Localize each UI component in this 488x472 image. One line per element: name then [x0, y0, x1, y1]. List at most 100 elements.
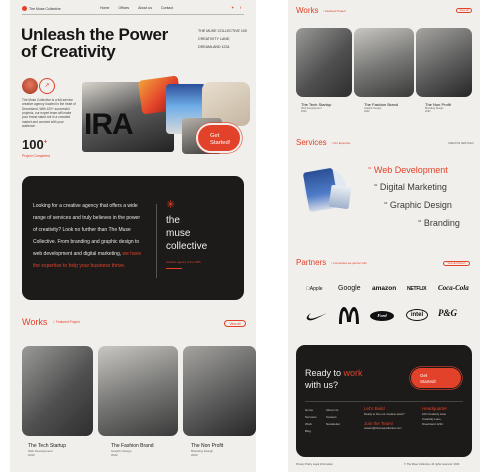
hq-address: 100 Creativity Lane Creativity Lane, Dre… [422, 412, 447, 427]
about-brand-small: Creative agency since 2005 [166, 260, 201, 264]
service-item[interactable]: 01 Web Development [368, 165, 448, 175]
works-subtitle-text: Featured Project [325, 8, 346, 13]
facebook-icon[interactable]: f [240, 5, 241, 10]
about-brand-line: muse [166, 228, 191, 239]
main-nav: Home Offices About us Contact [100, 6, 173, 10]
nav-contact[interactable]: Contact [161, 6, 173, 10]
lets-build-text: Ready to hire our creative team? [364, 412, 405, 416]
pg-logo: P&G [438, 308, 457, 318]
service-number: 04 [418, 219, 422, 223]
footer-links-col-b: About Us Careers Newsletter [326, 407, 340, 428]
nav-offices[interactable]: Offices [118, 6, 129, 10]
intro-text: The Muse Collective is a full-service cr… [22, 98, 76, 128]
footer-title-line-2: with us? [305, 380, 339, 390]
project-image[interactable] [416, 28, 472, 97]
nav-home[interactable]: Home [100, 6, 109, 10]
footer-block: Ready to work with us? Get Started! Home… [296, 345, 472, 457]
service-item[interactable]: 03 Graphic Design [384, 200, 452, 210]
partners-subtitle: / Companies we partner with [331, 260, 367, 265]
project-year: 2022 [28, 453, 35, 458]
project-year: 2022 [301, 110, 307, 113]
footer-get-started-label: Get Started! [420, 373, 436, 384]
works-header: Works / Featured Project [296, 6, 346, 15]
service-item[interactable]: 04 Branding [418, 218, 460, 228]
project-card[interactable]: The Fashion Brand Graphic Design 2022 [364, 102, 398, 113]
project-card[interactable]: The Tech Startup Web Development 2022 [301, 102, 331, 113]
works-subtitle: / Featured Project [53, 320, 80, 324]
join-team-title[interactable]: Join the Team! [364, 421, 405, 426]
project-image[interactable] [183, 346, 256, 436]
footer-get-started-button[interactable]: Get Started! [410, 367, 462, 389]
footer-legal-links[interactable]: Privacy Policy Legal Information [296, 463, 333, 466]
footer-copyright: © The Muse Collective. All rights reserv… [404, 463, 460, 466]
nike-logo [306, 313, 327, 321]
partners-subtitle-text: Companies we partner with [332, 260, 367, 265]
footer-link-work[interactable]: Work [305, 421, 317, 428]
netflix-logo: NETFLIX [407, 286, 427, 292]
footer-link-careers[interactable]: Careers [326, 414, 340, 421]
project-image[interactable] [98, 346, 178, 436]
view-all-button[interactable]: View all [456, 8, 472, 13]
hq-title: Headquarter [422, 406, 448, 411]
twitter-icon[interactable]: ✦ [231, 5, 234, 10]
landing-page-bottom: Works / Featured Project View all The Te… [288, 0, 480, 472]
address-line: THE MUSE COLLECTIVE 100 [198, 29, 247, 33]
footer-link-blog[interactable]: Blog [305, 428, 317, 435]
project-year: 2022 [425, 110, 431, 113]
arrow-icon[interactable]: ↗ [39, 78, 55, 94]
brand[interactable]: The Muse Collective [22, 6, 61, 11]
get-started-button[interactable]: Get Started! [196, 123, 242, 153]
project-image[interactable] [354, 28, 414, 97]
footer-link-services[interactable]: Services [305, 414, 317, 421]
project-year: 2022 [111, 453, 118, 458]
stat-value: 100+ [22, 137, 47, 152]
service-number: 02 [374, 183, 378, 187]
mcdonalds-logo [339, 307, 359, 324]
service-label: Digital Marketing [379, 182, 447, 192]
hq-line: Dreamland 1234 [422, 422, 443, 426]
avatar [22, 78, 38, 94]
nav-divider [22, 14, 244, 15]
works-subtitle-text: Featured Project [56, 320, 80, 324]
nav-about[interactable]: About us [138, 6, 152, 10]
works-subtitle: / Featured Project [323, 8, 346, 13]
project-card[interactable]: The Non Profit Branding Design 2022 [191, 443, 223, 457]
service-label: Branding [423, 218, 460, 228]
join-email[interactable]: careers@themusecollective.com [364, 427, 405, 430]
view-all-partners-button[interactable]: View all Partners [443, 261, 470, 266]
sparkle-icon: ✳ [166, 199, 176, 211]
footer-title-text: Ready to [305, 368, 344, 378]
footer-link-about[interactable]: About Us [326, 407, 340, 414]
about-block: Looking for a creative agency that offer… [22, 176, 244, 300]
headquarter: Headquarter 100 Creativity Lane Creativi… [422, 406, 447, 427]
accent-line [166, 268, 182, 269]
works-title: Works [296, 6, 319, 15]
project-card[interactable]: The Non Profit Branding Design 2022 [425, 102, 451, 113]
footer-link-newsletter[interactable]: Newsletter [326, 421, 340, 428]
stat-plus: + [43, 139, 48, 146]
coca-cola-logo: Coca-Cola [438, 284, 469, 292]
service-item[interactable]: 02 Digital Marketing [374, 182, 447, 192]
services-subtitle-text: Our Expertise [333, 140, 351, 145]
project-card[interactable]: The Fashion Brand Graphic Design 2022 [111, 443, 154, 457]
service-number: 03 [384, 201, 388, 205]
about-text: Looking for a creative agency that offer… [33, 200, 143, 272]
project-image[interactable] [22, 346, 93, 436]
landing-page-top: The Muse Collective Home Offices About u… [10, 0, 256, 472]
service-label: Web Development [373, 165, 448, 175]
stat-label: Project Completed [22, 154, 50, 158]
footer-link-home[interactable]: Home [305, 407, 317, 414]
partners-title: Partners [296, 258, 327, 267]
view-all-button[interactable]: View all [224, 320, 246, 327]
hero-title: Unleash the Power of Creativity [21, 26, 168, 60]
google-logo: Google [338, 285, 361, 292]
brand-name: The Muse Collective [29, 6, 61, 11]
about-brand-line: the [166, 215, 180, 226]
services-title: Services [296, 138, 327, 147]
works-title: Works [22, 317, 48, 327]
project-card[interactable]: The Tech Startup Web Development 2022 [28, 443, 66, 457]
project-year: 2022 [191, 453, 198, 458]
project-image[interactable] [296, 28, 352, 97]
service-image [298, 164, 354, 216]
get-started-label: Get Started! [210, 133, 231, 146]
